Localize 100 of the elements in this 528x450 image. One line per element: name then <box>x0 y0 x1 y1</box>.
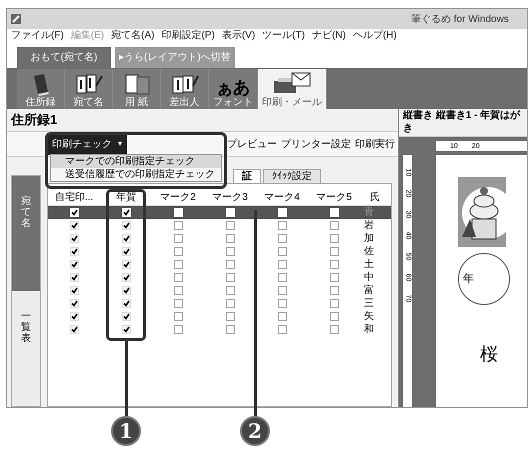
name-cell-text: 和 <box>363 324 375 334</box>
toolbar-button[interactable]: 宛て名 <box>65 69 113 109</box>
checkbox[interactable] <box>226 325 234 334</box>
name-cell-text: 加 <box>363 234 375 244</box>
table-row[interactable]: 佐 <box>48 245 391 258</box>
checkbox[interactable] <box>174 273 182 282</box>
side-tab[interactable]: 一覧表 <box>12 291 40 406</box>
postmark-text: 年 <box>463 272 474 287</box>
checkbox[interactable] <box>122 260 130 269</box>
name-cell-text: 矢 <box>363 312 375 322</box>
table-row[interactable]: 加 <box>48 232 391 245</box>
checkbox[interactable] <box>174 247 182 256</box>
name-cell-text: 青 <box>363 208 375 218</box>
checkbox[interactable] <box>330 247 338 256</box>
tab[interactable]: ｸｲｯｸ設定 <box>263 169 321 183</box>
table-row[interactable]: 富 <box>48 284 391 297</box>
checkbox[interactable] <box>122 273 130 282</box>
checkbox[interactable] <box>122 325 130 334</box>
checkbox[interactable] <box>70 325 78 334</box>
checkbox[interactable] <box>174 221 182 230</box>
checkbox[interactable] <box>174 325 182 334</box>
table-row[interactable]: 岩 <box>48 219 391 232</box>
checkbox[interactable] <box>70 299 78 308</box>
toolbar-button[interactable]: 印刷・メール <box>258 69 327 109</box>
checkbox[interactable] <box>278 221 286 230</box>
checkbox[interactable] <box>174 260 182 269</box>
dropdown-item[interactable]: マークでの印刷指定チェック <box>51 155 221 168</box>
table-row[interactable]: 矢 <box>48 310 391 323</box>
checkbox[interactable] <box>226 286 234 295</box>
checkbox[interactable] <box>226 221 234 230</box>
checkbox[interactable] <box>278 312 286 321</box>
checkbox[interactable] <box>122 208 130 217</box>
checkbox[interactable] <box>278 286 286 295</box>
checkbox[interactable] <box>278 325 286 334</box>
checkbox[interactable] <box>330 260 338 269</box>
column-header: マーク5 <box>315 191 353 205</box>
menu-item[interactable]: 印刷設定(P) <box>161 31 215 41</box>
menu-item[interactable]: ツール(T) <box>262 31 305 41</box>
menu-item[interactable]: ナビ(N) <box>312 31 346 41</box>
name-cell-text: 三 <box>363 298 375 308</box>
checkbox[interactable] <box>122 299 130 308</box>
side-tab[interactable]: 宛て名 <box>12 176 40 291</box>
checkbox[interactable] <box>174 312 182 321</box>
checkbox[interactable] <box>174 299 182 308</box>
table-row[interactable]: 中 <box>48 271 391 284</box>
checkbox[interactable] <box>330 286 338 295</box>
toolbar-button[interactable]: 用 紙 <box>113 69 161 109</box>
checkbox[interactable] <box>330 273 338 282</box>
checkbox[interactable] <box>174 234 182 243</box>
checkbox[interactable] <box>70 286 78 295</box>
toolbar-action[interactable]: プレビュー <box>227 136 277 152</box>
checkbox[interactable] <box>278 234 286 243</box>
checkbox[interactable] <box>70 247 78 256</box>
mode-tab[interactable]: おもて(宛て名) <box>17 47 111 68</box>
table-row[interactable]: 和 <box>48 323 391 336</box>
toolbar-button[interactable]: 住所録 <box>17 69 65 109</box>
toolbar-action[interactable]: 印刷実行 <box>355 136 395 152</box>
checkbox[interactable] <box>70 273 78 282</box>
checkbox[interactable] <box>226 247 234 256</box>
checkbox[interactable] <box>226 312 234 321</box>
menu-item[interactable]: ファイル(F) <box>11 31 64 41</box>
checkbox[interactable] <box>70 208 78 217</box>
checkbox[interactable] <box>70 260 78 269</box>
checkbox[interactable] <box>122 247 130 256</box>
menu-item[interactable]: ヘルプ(H) <box>352 31 397 41</box>
checkbox[interactable] <box>70 221 78 230</box>
tab[interactable]: 証 <box>233 169 261 183</box>
checkbox[interactable] <box>278 299 286 308</box>
checkbox[interactable] <box>330 325 338 334</box>
checkbox[interactable] <box>174 286 182 295</box>
checkbox[interactable] <box>330 312 338 321</box>
toolbar-action[interactable]: プリンター設定 <box>281 136 351 152</box>
envelopes-icon <box>74 72 104 96</box>
name-cell-text: 土 <box>363 260 375 270</box>
menu-item[interactable]: 表示(V) <box>222 31 256 41</box>
checkbox[interactable] <box>122 234 130 243</box>
toolbar-button[interactable]: 差出人 <box>161 69 209 109</box>
checkbox[interactable] <box>122 312 130 321</box>
checkbox[interactable] <box>330 221 338 230</box>
dropdown-item[interactable]: 送受信履歴での印刷指定チェック <box>51 168 221 181</box>
checkbox[interactable] <box>226 260 234 269</box>
name-cell-text: 中 <box>363 272 375 282</box>
checkbox[interactable] <box>330 299 338 308</box>
sender-name: 桜 <box>480 343 498 367</box>
checkbox[interactable] <box>70 234 78 243</box>
menu-item[interactable]: 宛て名(A) <box>111 31 154 41</box>
toolbar-button[interactable]: ぁあ フォント <box>209 69 258 109</box>
table-row[interactable]: 三 <box>48 297 391 310</box>
checkbox[interactable] <box>226 299 234 308</box>
checkbox[interactable] <box>278 247 286 256</box>
checkbox[interactable] <box>226 273 234 282</box>
checkbox[interactable] <box>122 286 130 295</box>
checkbox[interactable] <box>70 312 78 321</box>
checkbox[interactable] <box>278 273 286 282</box>
app-icon <box>11 14 21 24</box>
checkbox[interactable] <box>330 234 338 243</box>
table-row[interactable]: 土 <box>48 258 391 271</box>
checkbox[interactable] <box>226 234 234 243</box>
checkbox[interactable] <box>278 260 286 269</box>
checkbox[interactable] <box>122 221 130 230</box>
